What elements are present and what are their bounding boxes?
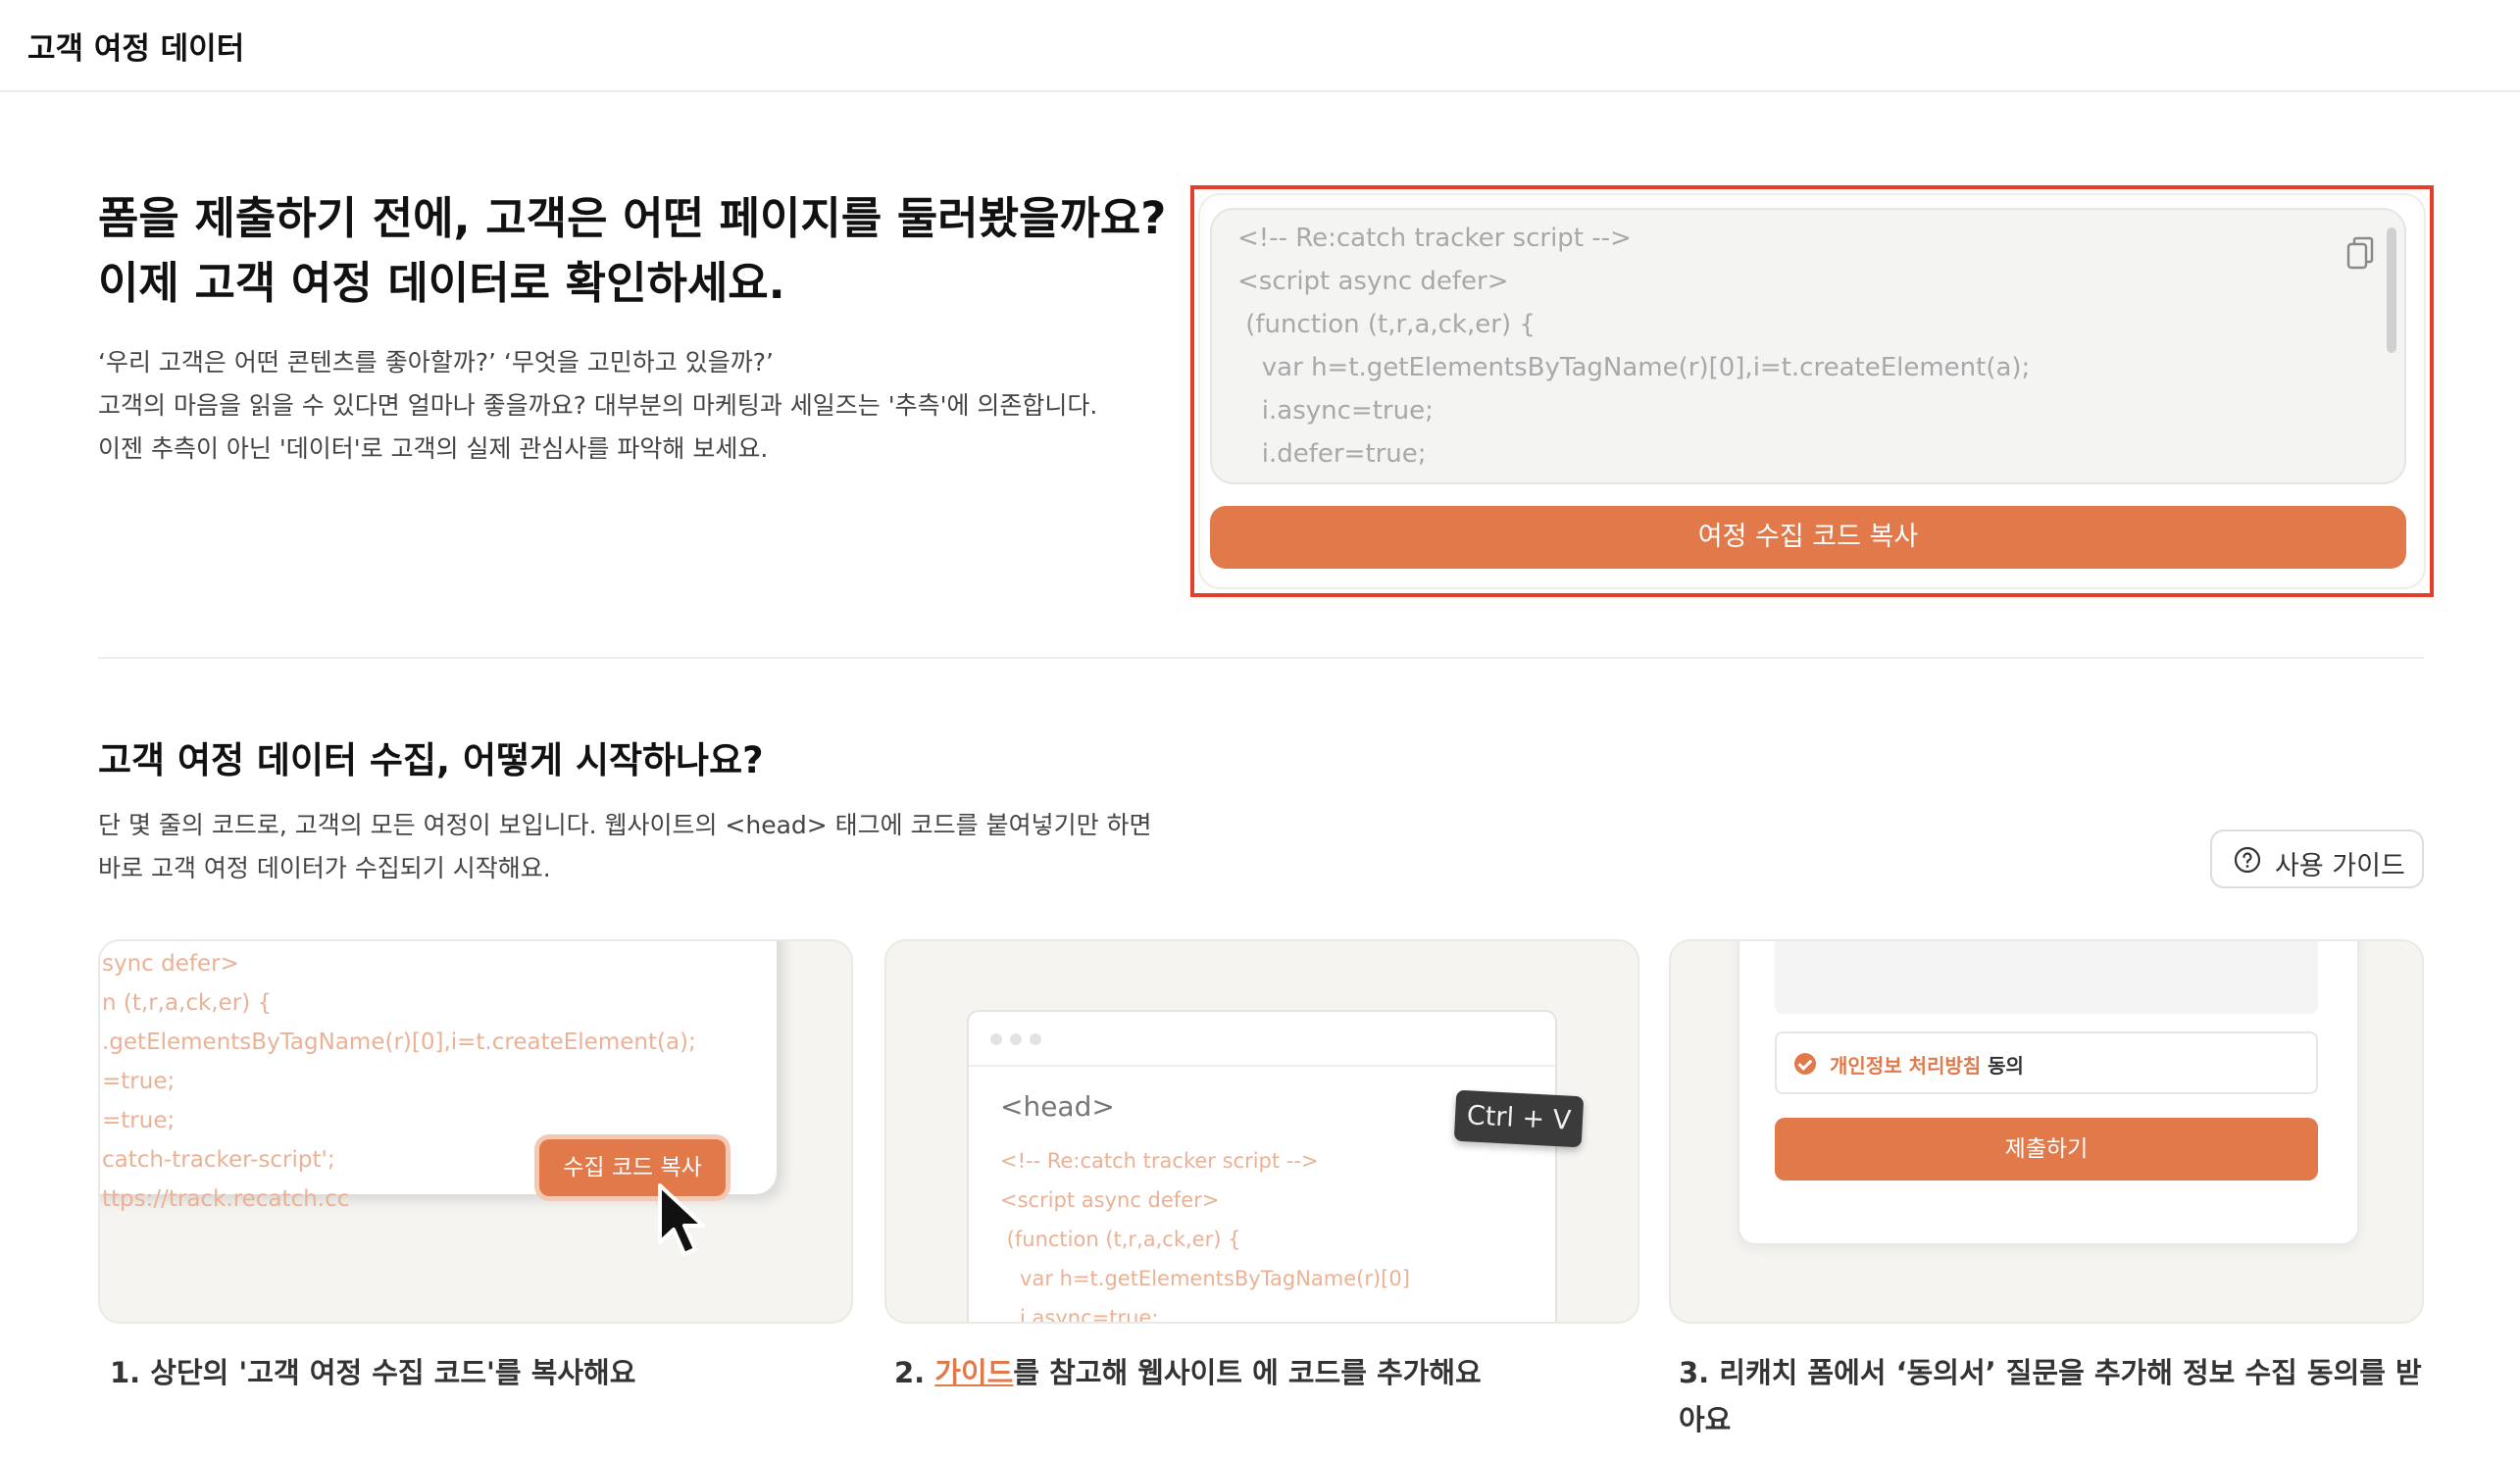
browser-window: <head> <!-- Re:catch tracker script --> … [967, 1010, 1557, 1324]
cursor-arrow-icon [658, 1183, 705, 1256]
code-line: var h=t.getElementsByTagName(r)[0],i=t.c… [1237, 353, 2031, 382]
consent-question: 개인정보 처리방침 동의 [1775, 1031, 2318, 1094]
snippet-line: <!-- Re:catch tracker script --> [1000, 1149, 1319, 1173]
step-3-caption-line2: 아요 [1679, 1403, 1732, 1436]
step-1-caption: 1. 상단의 '고객 여정 수집 코드'를 복사해요 [110, 1356, 636, 1389]
snippet-line: <script async defer> [1000, 1188, 1220, 1212]
guide-link[interactable]: 가이드 [934, 1356, 1013, 1389]
code-line: i.defer=true; [1237, 439, 1427, 469]
hero-description: ‘우리 고객은 어떤 콘텐츠를 좋아할까?’ ‘무엇을 고민하고 있을까?’ 고… [98, 341, 1097, 471]
usage-guide-label: 사용 가이드 [2275, 851, 2405, 881]
section-desc-line1: 단 몇 줄의 코드로, 고객의 모든 여정이 보입니다. 웹사이트의 <head… [98, 811, 1152, 839]
section-heading: 고객 여정 데이터 수집, 어떻게 시작하나요? [98, 739, 764, 781]
snippet-line: (function (t,r,a,ck,er) { [1000, 1228, 1241, 1251]
form-submit-button: 제출하기 [1775, 1118, 2318, 1181]
privacy-policy-link: 개인정보 처리방침 [1830, 1054, 1982, 1078]
window-titlebar-divider [969, 1065, 1555, 1067]
consent-label-rest: 동의 [1981, 1054, 2024, 1078]
snippet-line: n (t,r,a,ck,er) { [102, 990, 273, 1016]
section-description: 단 몇 줄의 코드로, 고객의 모든 여정이 보입니다. 웹사이트의 <head… [98, 804, 1152, 890]
top-bar: 고객 여정 데이터 [0, 0, 2520, 92]
snippet-line: i.async=true; [1000, 1306, 1159, 1324]
page-title: 고객 여정 데이터 [27, 31, 245, 67]
window-dot [1030, 1033, 1041, 1045]
code-line: <script async defer> [1237, 267, 1509, 296]
copy-journey-code-button[interactable]: 여정 수집 코드 복사 [1210, 506, 2406, 569]
recatch-form-preview: 개인정보 처리방침 동의 제출하기 [1738, 941, 2359, 1245]
code-line: (function (t,r,a,ck,er) { [1237, 310, 1536, 339]
paste-shortcut-key: Ctrl + V [1453, 1089, 1585, 1148]
step-2-caption: 2. 가이드를 참고해 웹사이트 에 코드를 추가해요 [894, 1349, 1482, 1396]
checked-icon [1794, 1053, 1816, 1075]
hero-heading-line1: 폼을 제출하기 전에, 고객은 어떤 페이지를 둘러봤을까요? [98, 192, 1167, 244]
head-tag: <head> [1000, 1090, 1115, 1123]
step-2-card: <head> <!-- Re:catch tracker script --> … [884, 939, 1639, 1324]
code-line: <!-- Re:catch tracker script --> [1237, 224, 1632, 253]
section-divider [98, 657, 2424, 659]
snippet-line: =true; [102, 1069, 176, 1094]
step-2-number: 2. [894, 1356, 935, 1389]
snippet-line: =true; [102, 1108, 176, 1133]
step-3-caption-line1: 3. 리캐치 폼에서 ‘동의서’ 질문을 추가해 정보 수집 동의를 받 [1679, 1356, 2422, 1389]
step-3-caption: 3. 리캐치 폼에서 ‘동의서’ 질문을 추가해 정보 수집 동의를 받 아요 [1679, 1349, 2422, 1443]
question-circle-icon [2234, 846, 2261, 874]
step-1-card: sync defer> n (t,r,a,ck,er) { .getElemen… [98, 939, 853, 1324]
consent-label: 개인정보 처리방침 동의 [1830, 1050, 2024, 1079]
hero-desc-line3: 이젠 추측이 아닌 '데이터'로 고객의 실제 관심사를 파악해 보세요. [98, 434, 769, 463]
snippet-line: ttps://track.recatch.cc [102, 1186, 350, 1212]
form-field [1775, 953, 2318, 1014]
hero-heading-line2: 이제 고객 여정 데이터로 확인하세요. [98, 257, 785, 309]
hero-desc-line1: ‘우리 고객은 어떤 콘텐츠를 좋아할까?’ ‘무엇을 고민하고 있을까?’ [98, 348, 774, 377]
window-dot [990, 1033, 1002, 1045]
copy-icon[interactable] [2345, 235, 2375, 271]
section-desc-line2: 바로 고객 여정 데이터가 수집되기 시작해요. [98, 854, 551, 882]
hero-heading: 폼을 제출하기 전에, 고객은 어떤 페이지를 둘러봤을까요? 이제 고객 여정… [98, 186, 1166, 316]
step-2-caption-rest: 를 참고해 웹사이트 에 코드를 추가해요 [1013, 1356, 1482, 1389]
code-scrollbar[interactable] [2387, 227, 2396, 353]
snippet-line: .getElementsByTagName(r)[0],i=t.createEl… [102, 1030, 696, 1055]
step-3-card: 개인정보 처리방침 동의 제출하기 [1669, 939, 2424, 1324]
window-dot [1010, 1033, 1022, 1045]
snippet-line: var h=t.getElementsByTagName(r)[0] [1000, 1267, 1410, 1290]
hero-desc-line2: 고객의 마음을 읽을 수 있다면 얼마나 좋을까요? 대부분의 마케팅과 세일즈… [98, 391, 1098, 420]
usage-guide-button[interactable]: 사용 가이드 [2210, 829, 2424, 888]
tracker-code-box[interactable]: <!-- Re:catch tracker script --> <script… [1210, 208, 2406, 484]
snippet-line: catch-tracker-script'; [102, 1147, 335, 1173]
snippet-line: sync defer> [102, 951, 239, 977]
code-line: i.async=true; [1237, 396, 1434, 426]
